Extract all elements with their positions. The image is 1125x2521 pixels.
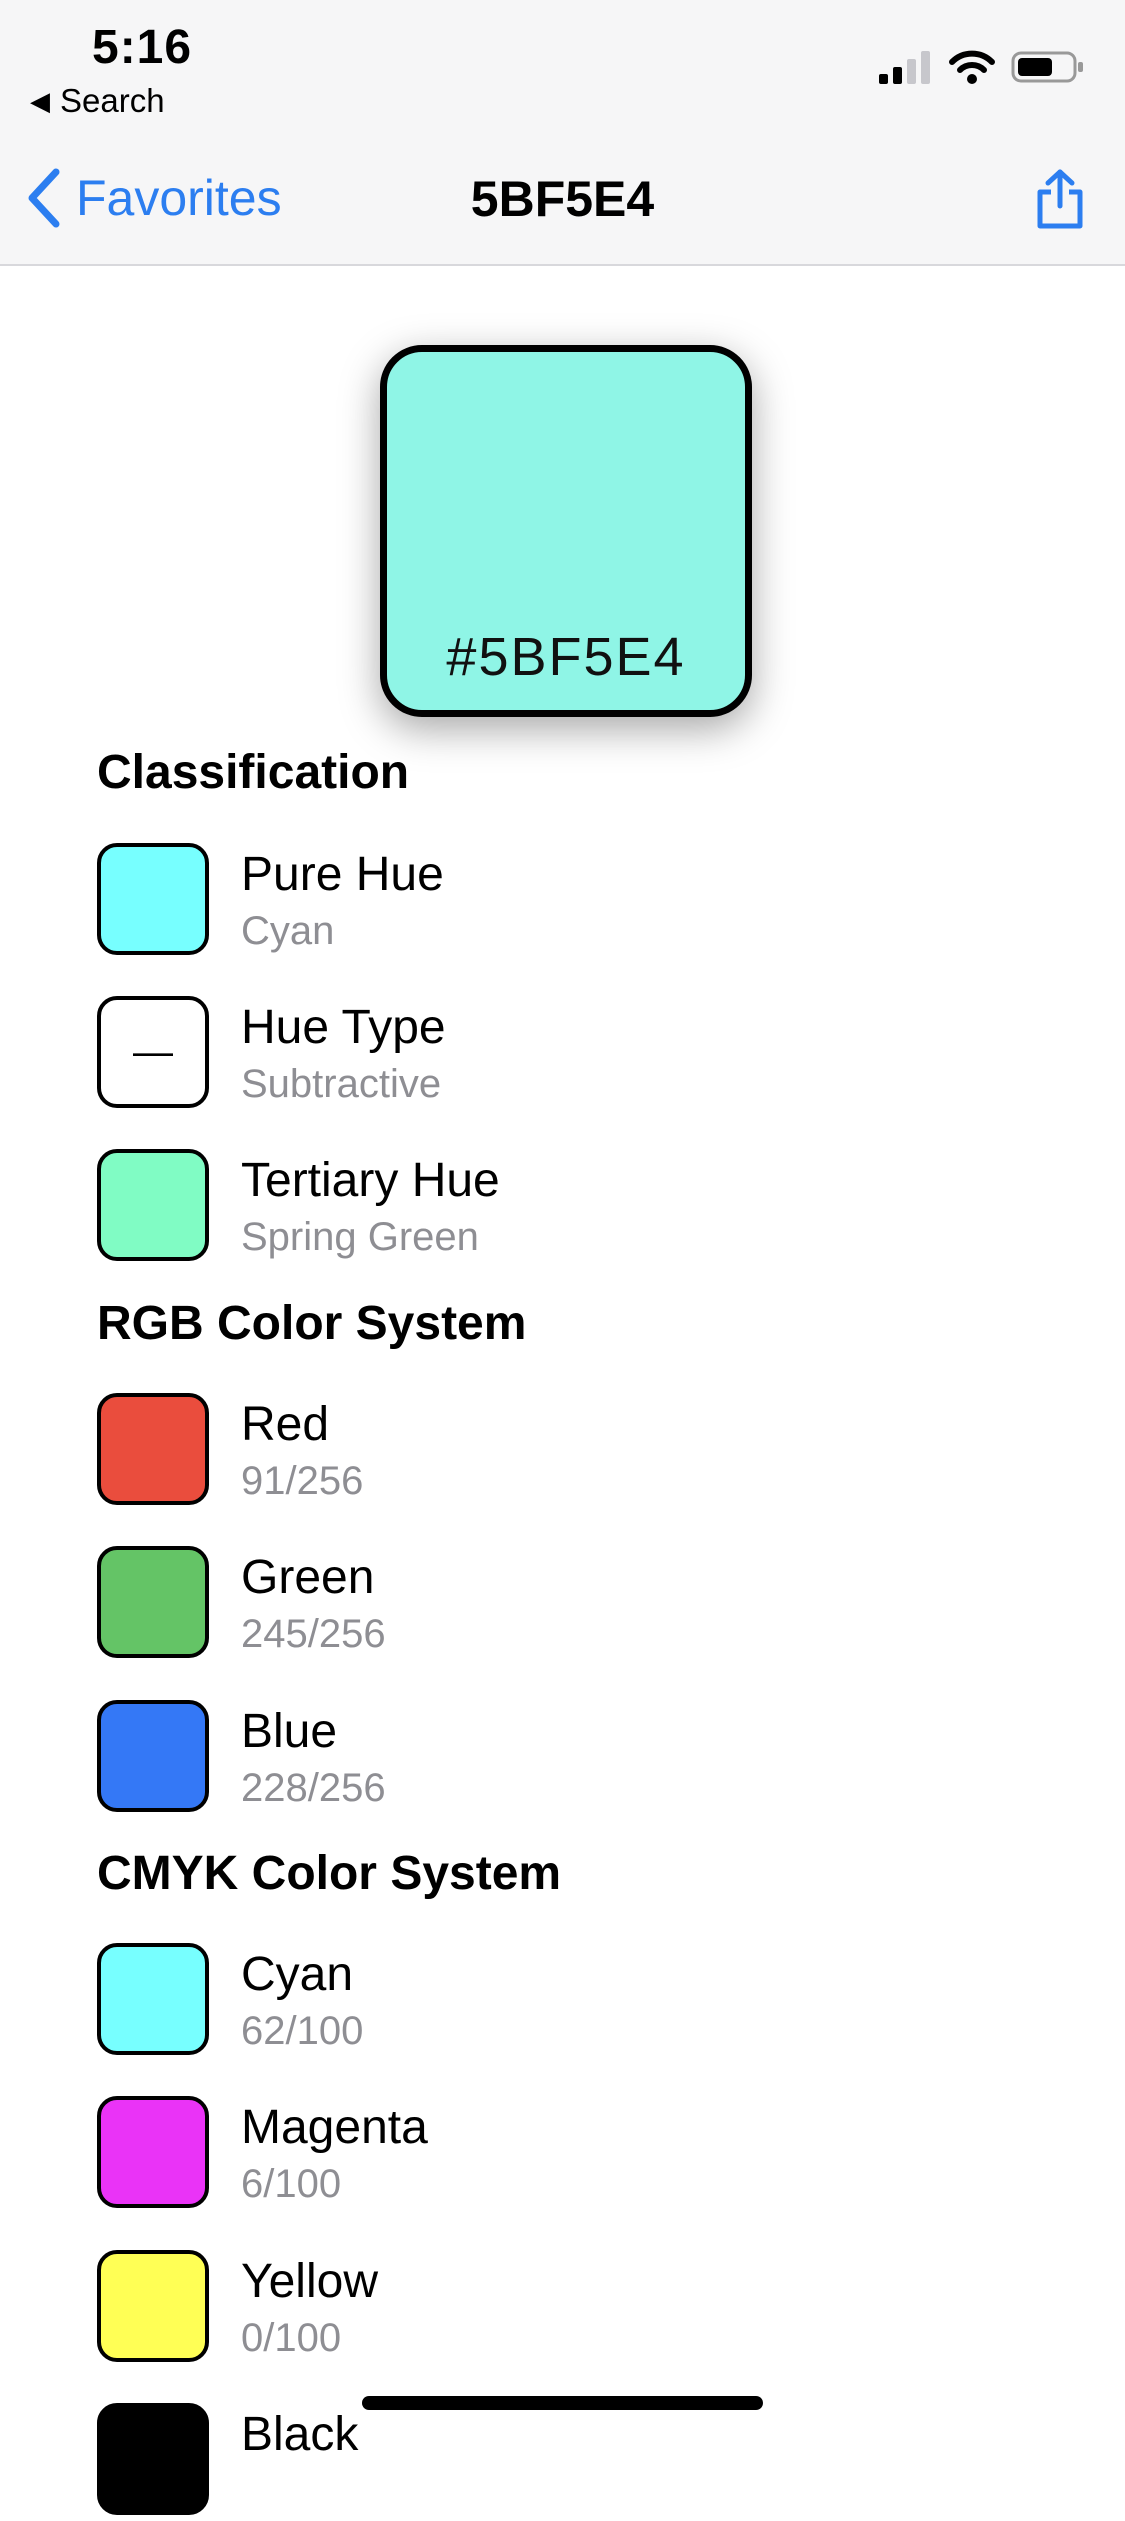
classification-row-tertiary-hue[interactable]: Tertiary Hue Spring Green bbox=[97, 1149, 997, 1267]
row-title: Yellow bbox=[241, 2255, 378, 2308]
minus-icon: — bbox=[133, 1029, 173, 1074]
back-to-search-label: Search bbox=[60, 82, 165, 119]
classification-section-title: Classification bbox=[97, 746, 410, 799]
pure-hue-color-chip bbox=[97, 843, 209, 955]
row-value: Spring Green bbox=[241, 1215, 479, 1259]
rgb-row-red[interactable]: Red 91/256 bbox=[97, 1393, 997, 1511]
classification-row-hue-type[interactable]: — Hue Type Subtractive bbox=[97, 996, 997, 1114]
tertiary-hue-color-chip bbox=[97, 1149, 209, 1261]
cellular-signal-icon bbox=[879, 51, 930, 84]
green-color-chip bbox=[97, 1546, 209, 1658]
row-title: Green bbox=[241, 1551, 375, 1604]
battery-icon bbox=[1011, 51, 1083, 83]
rgb-row-green[interactable]: Green 245/256 bbox=[97, 1546, 997, 1664]
row-value: 0/100 bbox=[241, 2316, 342, 2360]
navigation-bar: Favorites 5BF5E4 bbox=[0, 130, 1125, 266]
cmyk-row-yellow[interactable]: Yellow 0/100 bbox=[97, 2250, 997, 2368]
classification-row-pure-hue[interactable]: Pure Hue Cyan bbox=[97, 843, 997, 961]
row-title: Pure Hue bbox=[241, 848, 444, 901]
row-title: Hue Type bbox=[241, 1001, 446, 1054]
row-value: 62/100 bbox=[241, 2009, 364, 2053]
cmyk-row-magenta[interactable]: Magenta 6/100 bbox=[97, 2096, 997, 2214]
swatch-hex-label: #5BF5E4 bbox=[446, 627, 686, 687]
page-title: 5BF5E4 bbox=[470, 171, 655, 227]
row-value: Cyan bbox=[241, 909, 335, 953]
cmyk-row-black[interactable]: Black bbox=[97, 2403, 997, 2521]
share-icon bbox=[1037, 169, 1083, 229]
row-title: Tertiary Hue bbox=[241, 1154, 500, 1207]
home-indicator bbox=[362, 2396, 763, 2410]
hue-type-chip: — bbox=[97, 996, 209, 1108]
cmyk-row-cyan[interactable]: Cyan 62/100 bbox=[97, 1943, 997, 2061]
cmyk-section-title: CMYK Color System bbox=[97, 1847, 562, 1900]
status-bar: 5:16 ◀ Search bbox=[0, 0, 1125, 130]
wifi-icon bbox=[949, 50, 995, 84]
row-value: Subtractive bbox=[241, 1062, 442, 1106]
rgb-row-blue[interactable]: Blue 228/256 bbox=[97, 1700, 997, 1818]
color-swatch: #5BF5E4 bbox=[380, 345, 752, 717]
yellow-color-chip bbox=[97, 2250, 209, 2362]
share-button[interactable] bbox=[1035, 168, 1085, 235]
back-to-search-link[interactable]: ◀ Search bbox=[30, 82, 165, 120]
cyan-color-chip bbox=[97, 1943, 209, 2055]
blue-color-chip bbox=[97, 1700, 209, 1812]
rgb-section-title: RGB Color System bbox=[97, 1297, 527, 1350]
red-color-chip bbox=[97, 1393, 209, 1505]
row-title: Cyan bbox=[241, 1948, 354, 2001]
magenta-color-chip bbox=[97, 2096, 209, 2208]
row-title: Magenta bbox=[241, 2101, 428, 2154]
black-color-chip bbox=[97, 2403, 209, 2515]
row-value: 245/256 bbox=[241, 1612, 386, 1656]
back-triangle-icon: ◀ bbox=[30, 85, 50, 116]
row-title: Red bbox=[241, 1398, 330, 1451]
row-title: Blue bbox=[241, 1705, 338, 1758]
status-icons bbox=[877, 50, 1085, 84]
row-value: 91/256 bbox=[241, 1459, 364, 1503]
row-value: 6/100 bbox=[241, 2162, 342, 2206]
row-value: 228/256 bbox=[241, 1766, 386, 1810]
status-time: 5:16 bbox=[92, 21, 193, 74]
row-title: Black bbox=[241, 2408, 359, 2461]
